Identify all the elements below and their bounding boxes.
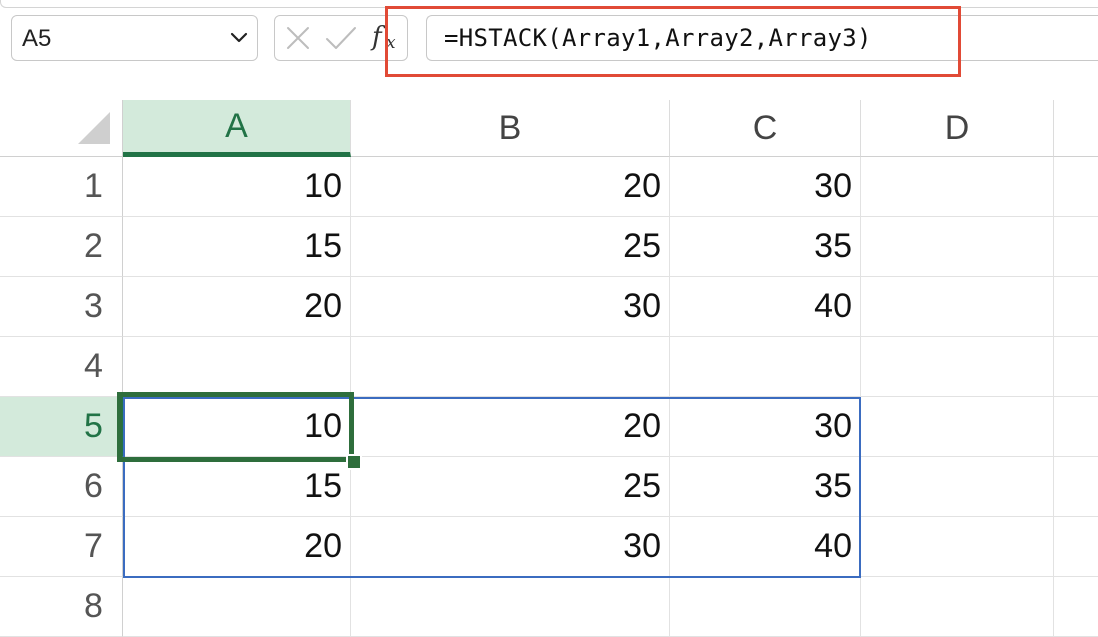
cell-c1[interactable]: 30 [670, 157, 861, 217]
cell-d1[interactable] [861, 157, 1054, 217]
cell-d8[interactable] [861, 577, 1054, 637]
column-header-d[interactable]: D [861, 100, 1054, 157]
row-header-6[interactable]: 6 [0, 457, 123, 517]
cell-e1[interactable] [1054, 157, 1098, 217]
fill-handle[interactable] [346, 454, 362, 470]
cell-d5[interactable] [861, 397, 1054, 457]
checkmark-icon[interactable] [324, 24, 358, 52]
cell-e8[interactable] [1054, 577, 1098, 637]
cell-e2[interactable] [1054, 217, 1098, 277]
row-header-2[interactable]: 2 [0, 217, 123, 277]
cell-b7[interactable]: 30 [351, 517, 670, 577]
cell-a3[interactable]: 20 [123, 277, 351, 337]
cell-c2[interactable]: 35 [670, 217, 861, 277]
cell-a7[interactable]: 20 [123, 517, 351, 577]
fx-icon[interactable]: f [372, 22, 382, 52]
cell-e6[interactable] [1054, 457, 1098, 517]
cell-c7[interactable]: 40 [670, 517, 861, 577]
cell-b6[interactable]: 25 [351, 457, 670, 517]
cell-a4[interactable] [123, 337, 351, 397]
cell-c8[interactable] [670, 577, 861, 637]
select-all-triangle-icon[interactable] [76, 110, 112, 146]
row-header-3[interactable]: 3 [0, 277, 123, 337]
row-header-4[interactable]: 4 [0, 337, 123, 397]
cell-a8[interactable] [123, 577, 351, 637]
cell-a2[interactable]: 15 [123, 217, 351, 277]
close-icon[interactable] [284, 24, 312, 52]
cell-e5[interactable] [1054, 397, 1098, 457]
cell-e4[interactable] [1054, 337, 1098, 397]
cell-b5[interactable]: 20 [351, 397, 670, 457]
row-header-7[interactable]: 7 [0, 517, 123, 577]
cell-b2[interactable]: 25 [351, 217, 670, 277]
cell-d2[interactable] [861, 217, 1054, 277]
column-header-c[interactable]: C [670, 100, 861, 157]
cell-c3[interactable]: 40 [670, 277, 861, 337]
cell-d3[interactable] [861, 277, 1054, 337]
row-header-8[interactable]: 8 [0, 577, 123, 637]
column-header-a[interactable]: A [123, 100, 351, 157]
cell-e7[interactable] [1054, 517, 1098, 577]
cell-a6[interactable]: 15 [123, 457, 351, 517]
cell-c4[interactable] [670, 337, 861, 397]
cell-c6[interactable]: 35 [670, 457, 861, 517]
cell-b8[interactable] [351, 577, 670, 637]
cell-b3[interactable]: 30 [351, 277, 670, 337]
row-header-5[interactable]: 5 [0, 397, 123, 457]
cell-e3[interactable] [1054, 277, 1098, 337]
name-box-value: A5 [22, 25, 52, 52]
column-header-b[interactable]: B [351, 100, 670, 157]
cell-b1[interactable]: 20 [351, 157, 670, 217]
annotation-highlight-box [385, 6, 961, 77]
cell-c5[interactable]: 30 [670, 397, 861, 457]
cell-b4[interactable] [351, 337, 670, 397]
column-header-e[interactable] [1054, 100, 1098, 157]
chevron-down-icon[interactable] [226, 26, 252, 50]
cell-d7[interactable] [861, 517, 1054, 577]
cell-d6[interactable] [861, 457, 1054, 517]
cell-a1[interactable]: 10 [123, 157, 351, 217]
row-header-1[interactable]: 1 [0, 157, 123, 217]
cell-d4[interactable] [861, 337, 1054, 397]
cell-a5[interactable]: 10 [123, 397, 351, 457]
